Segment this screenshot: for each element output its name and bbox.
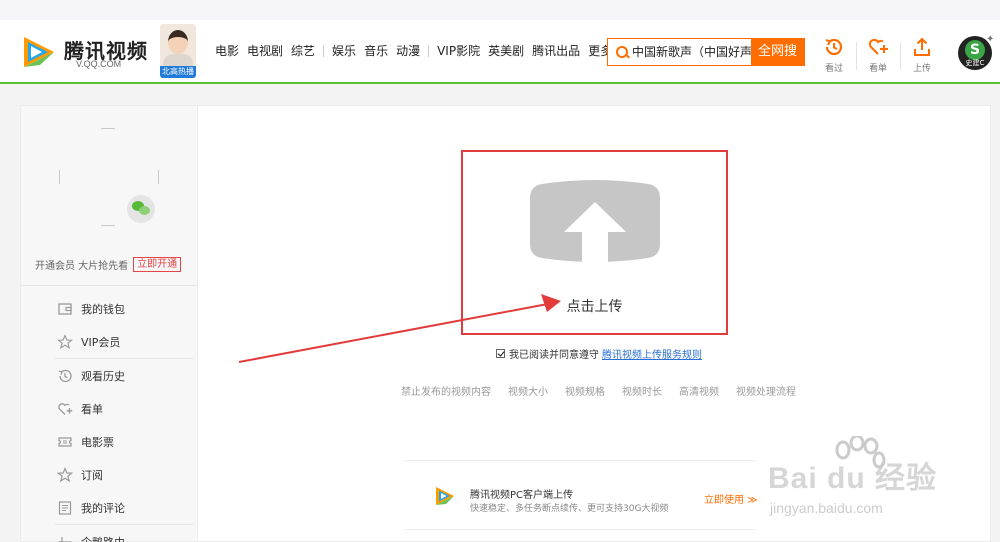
search-button[interactable]: 全网搜 bbox=[751, 39, 804, 65]
vip-open-button[interactable]: 立即开通 bbox=[133, 257, 182, 272]
vip-promo-text: 开通会员 大片抢先看 bbox=[35, 261, 129, 272]
nav-item-anime[interactable]: 动漫 bbox=[396, 42, 420, 59]
rule-link-size[interactable]: 视频大小 bbox=[508, 383, 548, 398]
main-nav: 电影 电视剧 综艺 娱乐 音乐 动漫 VIP影院 英美剧 腾讯出品 更多 bbox=[215, 42, 628, 59]
sidebar-item-label: 观看历史 bbox=[81, 369, 125, 383]
promo-thumbnail[interactable]: 北高热播 bbox=[160, 24, 196, 78]
header-divider bbox=[900, 42, 901, 70]
history-icon bbox=[825, 38, 843, 56]
upload-rules-link[interactable]: 腾讯视频上传服务规则 bbox=[602, 346, 702, 361]
header-divider bbox=[856, 42, 857, 70]
router-icon bbox=[58, 536, 72, 542]
nav-item-tv[interactable]: 电视剧 bbox=[247, 42, 283, 59]
nav-separator bbox=[323, 44, 325, 57]
promo-tag: 北高热播 bbox=[160, 66, 196, 78]
sidebar-menu: 我的钱包 VIP会员 观看历史 看单 电影票 订阅 我的评论 企鹅路由 bbox=[55, 292, 197, 542]
sidebar-item-wallet[interactable]: 我的钱包 bbox=[57, 292, 197, 325]
sidebar-item-label: 订阅 bbox=[81, 468, 103, 482]
client-description: 快速稳定、多任务断点续传、更可支持30G大视频 bbox=[470, 504, 669, 514]
search-input[interactable]: 中国新歌声（中国好声 bbox=[632, 39, 751, 65]
rule-link-hd[interactable]: 高清视频 bbox=[679, 383, 719, 398]
avatar-caption: 史建C bbox=[965, 59, 985, 67]
clock-icon bbox=[58, 369, 72, 382]
sidebar-item-label: VIP会员 bbox=[81, 335, 121, 349]
header-green-line bbox=[0, 82, 1000, 84]
nav-item-variety[interactable]: 综艺 bbox=[291, 42, 315, 59]
annotation-arrow-icon bbox=[238, 294, 561, 363]
sidebar-item-watchlist[interactable]: 看单 bbox=[57, 392, 197, 425]
watchlist-button[interactable]: 看单 bbox=[863, 36, 893, 74]
heart-plus-icon bbox=[868, 38, 888, 55]
sidebar-item-label: 电影票 bbox=[81, 435, 114, 449]
site-header: 腾讯视频 V.QQ.COM 北高热播 电影 电视剧 综艺 娱乐 音乐 动漫 VI… bbox=[0, 20, 1000, 82]
comment-icon bbox=[58, 500, 72, 515]
play-logo-icon bbox=[24, 37, 54, 67]
nav-item-vip-cinema[interactable]: VIP影院 bbox=[437, 42, 480, 59]
crown-icon: ✦ bbox=[986, 34, 995, 45]
heart-plus-icon bbox=[58, 402, 73, 415]
nav-item-movie[interactable]: 电影 bbox=[215, 42, 239, 59]
tencent-video-logo[interactable]: 腾讯视频 V.QQ.COM bbox=[20, 32, 150, 72]
sidebar-item-subscriptions[interactable]: 订阅 bbox=[57, 458, 197, 491]
sidebar-item-label: 我的钱包 bbox=[81, 302, 125, 316]
sidebar-item-router[interactable]: 企鹅路由 bbox=[57, 525, 197, 542]
star-icon bbox=[57, 466, 73, 482]
nav-item-music[interactable]: 音乐 bbox=[364, 42, 388, 59]
tencent-video-client-icon bbox=[436, 487, 454, 505]
sidebar-item-vip[interactable]: VIP会员 bbox=[57, 325, 197, 358]
client-title: 腾讯视频PC客户端上传 bbox=[470, 490, 574, 501]
rule-link-prohibited[interactable]: 禁止发布的视频内容 bbox=[401, 383, 491, 398]
promo-face bbox=[168, 30, 188, 54]
rule-link-spec[interactable]: 视频规格 bbox=[565, 383, 605, 398]
sidebar-item-tickets[interactable]: 电影票 bbox=[57, 425, 197, 458]
pc-client-promo: 腾讯视频PC客户端上传 快速稳定、多任务断点续传、更可支持30G大视频 立即使用… bbox=[404, 460, 758, 530]
logo-domain: V.QQ.COM bbox=[76, 59, 122, 69]
upload-button[interactable]: 上传 bbox=[907, 36, 937, 74]
upload-label: 上传 bbox=[912, 64, 931, 74]
sidebar-divider bbox=[21, 285, 198, 286]
browser-top-strip bbox=[0, 0, 1000, 20]
nav-item-entertainment[interactable]: 娱乐 bbox=[332, 42, 356, 59]
history-label: 看过 bbox=[824, 64, 843, 74]
star-outline-icon bbox=[57, 333, 73, 349]
nav-item-us-uk-drama[interactable]: 英美剧 bbox=[488, 42, 524, 59]
nav-separator bbox=[428, 44, 430, 57]
wallet-icon bbox=[58, 302, 72, 315]
user-sidebar: 开通会员 大片抢先看 立即开通 我的钱包 VIP会员 观看历史 看单 电影票 订… bbox=[20, 105, 198, 542]
sidebar-item-label: 看单 bbox=[81, 402, 103, 416]
watchlist-label: 看单 bbox=[868, 64, 887, 74]
search-icon bbox=[608, 39, 632, 65]
sidebar-item-label: 我的评论 bbox=[81, 501, 125, 515]
vip-promo: 开通会员 大片抢先看 立即开通 bbox=[35, 257, 182, 272]
wechat-icon bbox=[127, 195, 155, 223]
rules-links: 禁止发布的视频内容 视频大小 视频规格 视频时长 高清视频 视频处理流程 bbox=[401, 383, 813, 398]
nav-item-tencent-original[interactable]: 腾讯出品 bbox=[532, 42, 580, 59]
sidebar-item-label: 企鹅路由 bbox=[81, 535, 125, 542]
search-box: 中国新歌声（中国好声 全网搜 bbox=[607, 38, 805, 66]
history-button[interactable]: 看过 bbox=[819, 36, 849, 74]
avatar-letter: S bbox=[965, 40, 985, 60]
sidebar-item-history[interactable]: 观看历史 bbox=[57, 359, 197, 392]
rule-link-duration[interactable]: 视频时长 bbox=[622, 383, 662, 398]
cloud-upload-icon bbox=[530, 180, 660, 262]
sidebar-item-comments[interactable]: 我的评论 bbox=[57, 491, 197, 524]
ticket-icon bbox=[58, 436, 72, 447]
rule-link-process[interactable]: 视频处理流程 bbox=[736, 383, 796, 398]
client-use-now-link[interactable]: 立即使用 ≫ bbox=[704, 491, 758, 506]
upload-icon bbox=[914, 37, 930, 56]
